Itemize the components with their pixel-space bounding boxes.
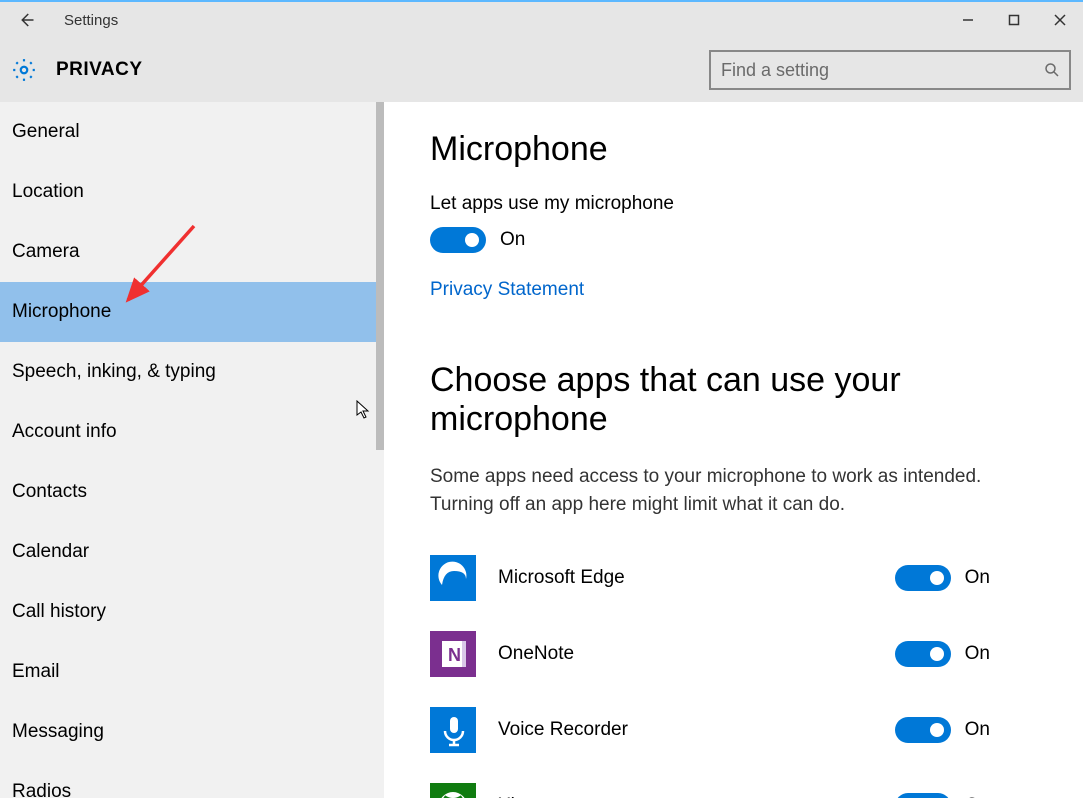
content-pane: Microphone Let apps use my microphone On… [384,102,1083,798]
sidebar-item-label: Account info [12,421,117,443]
apps-description: Some apps need access to your microphone… [430,463,990,518]
back-button[interactable] [8,2,44,38]
app-toggle-state: On [965,719,990,741]
maximize-icon [1008,14,1020,26]
master-toggle[interactable] [430,227,486,253]
sidebar-item-label: Speech, inking, & typing [12,361,216,383]
scrollbar[interactable] [376,102,384,450]
sidebar-item-label: Contacts [12,481,87,503]
app-row-voice-recorder: Voice Recorder On [430,692,990,768]
maximize-button[interactable] [991,2,1037,38]
master-toggle-label: Let apps use my microphone [430,193,1037,215]
app-row-microsoft-edge: Microsoft Edge On [430,540,990,616]
sidebar-item-microphone[interactable]: Microphone [0,282,384,342]
sidebar-item-account-info[interactable]: Account info [0,402,384,462]
sidebar-item-calendar[interactable]: Calendar [0,522,384,582]
sidebar-item-email[interactable]: Email [0,642,384,702]
apps-heading: Choose apps that can use your microphone [430,361,1037,439]
app-name-label: Microsoft Edge [498,567,895,589]
app-toggle-state: On [965,567,990,589]
sidebar-item-contacts[interactable]: Contacts [0,462,384,522]
sidebar-item-messaging[interactable]: Messaging [0,702,384,762]
window-title: Settings [44,12,118,29]
app-row-onenote: N OneNote On [430,616,990,692]
svg-text:N: N [448,645,461,665]
minimize-icon [962,14,974,26]
sidebar-item-label: Location [12,181,84,203]
close-icon [1053,13,1067,27]
voice-recorder-icon [430,707,476,753]
sidebar-item-label: Email [12,661,60,683]
minimize-button[interactable] [945,2,991,38]
search-input[interactable] [711,60,1035,81]
search-icon [1035,61,1069,79]
sidebar-item-speech-inking-typing[interactable]: Speech, inking, & typing [0,342,384,402]
app-toggle[interactable] [895,565,951,591]
xbox-icon [430,783,476,798]
app-toggle-state: On [965,643,990,665]
settings-gear-icon [10,56,38,84]
sidebar-item-label: Call history [12,601,106,623]
search-box[interactable] [709,50,1071,90]
sidebar-item-label: Radios [12,781,71,798]
sidebar-item-radios[interactable]: Radios [0,762,384,798]
sidebar-item-label: Camera [12,241,80,263]
app-toggle[interactable] [895,717,951,743]
sidebar: ▲ GeneralLocationCameraMicrophoneSpeech,… [0,102,384,798]
sidebar-item-camera[interactable]: Camera [0,222,384,282]
sidebar-item-label: Messaging [12,721,104,743]
sidebar-item-label: General [12,121,80,143]
sidebar-item-general[interactable]: General [0,102,384,162]
app-toggle[interactable] [895,641,951,667]
app-row-xbox: XboxOn [430,768,990,798]
app-name-label: Voice Recorder [498,719,895,741]
sidebar-item-label: Microphone [12,301,111,323]
app-name-label: OneNote [498,643,895,665]
app-toggle[interactable] [895,793,951,798]
page-title: PRIVACY [38,59,143,81]
titlebar: Settings [0,2,1083,38]
back-arrow-icon [17,11,35,29]
sidebar-item-label: Calendar [12,541,89,563]
edge-icon [430,555,476,601]
sidebar-item-call-history[interactable]: Call history [0,582,384,642]
header-row: PRIVACY [0,38,1083,102]
master-toggle-state: On [500,229,525,251]
sidebar-item-location[interactable]: Location [0,162,384,222]
close-button[interactable] [1037,2,1083,38]
onenote-icon: N [430,631,476,677]
section-heading: Microphone [430,130,1037,169]
privacy-statement-link[interactable]: Privacy Statement [430,279,584,301]
